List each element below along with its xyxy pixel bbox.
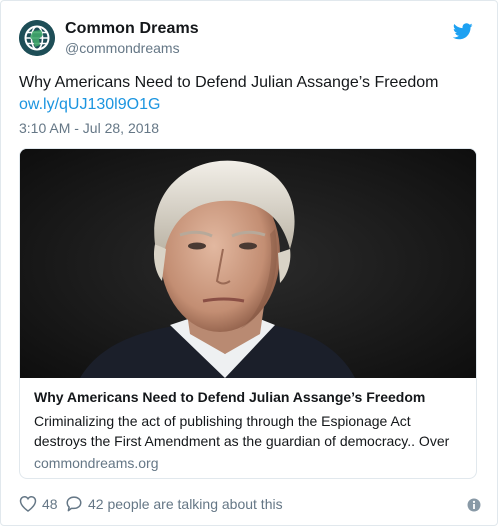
twitter-bird-icon[interactable] [453,23,473,40]
tweet-link[interactable]: ow.ly/qUJ130l9O1G [19,94,160,116]
card-image[interactable] [20,149,476,378]
link-preview-card[interactable]: Why Americans Need to Defend Julian Assa… [19,148,477,479]
info-icon[interactable] [467,498,481,512]
heart-icon [19,495,37,512]
card-domain: commondreams.org [34,455,159,471]
tweet-actions: 48 42 people are talking about this [19,495,481,515]
conversation-link[interactable]: 42 people are talking about this [65,495,283,512]
account-handle[interactable]: @commondreams [65,40,180,56]
card-title: Why Americans Need to Defend Julian Assa… [34,389,426,405]
tweet-text: Why Americans Need to Defend Julian Assa… [19,74,439,91]
globe-icon [19,20,55,56]
conversation-text: 42 people are talking about this [88,495,283,512]
tweet-timestamp[interactable]: 3:10 AM - Jul 28, 2018 [19,120,159,136]
card-description: Criminalizing the act of publishing thro… [34,413,450,449]
like-button[interactable]: 48 [19,495,58,512]
account-name[interactable]: Common Dreams [65,20,199,38]
speech-bubble-icon [66,496,82,512]
avatar[interactable] [19,20,55,56]
like-count: 48 [42,495,58,512]
tweet-card[interactable]: Common Dreams @commondreams Why American… [0,0,498,526]
